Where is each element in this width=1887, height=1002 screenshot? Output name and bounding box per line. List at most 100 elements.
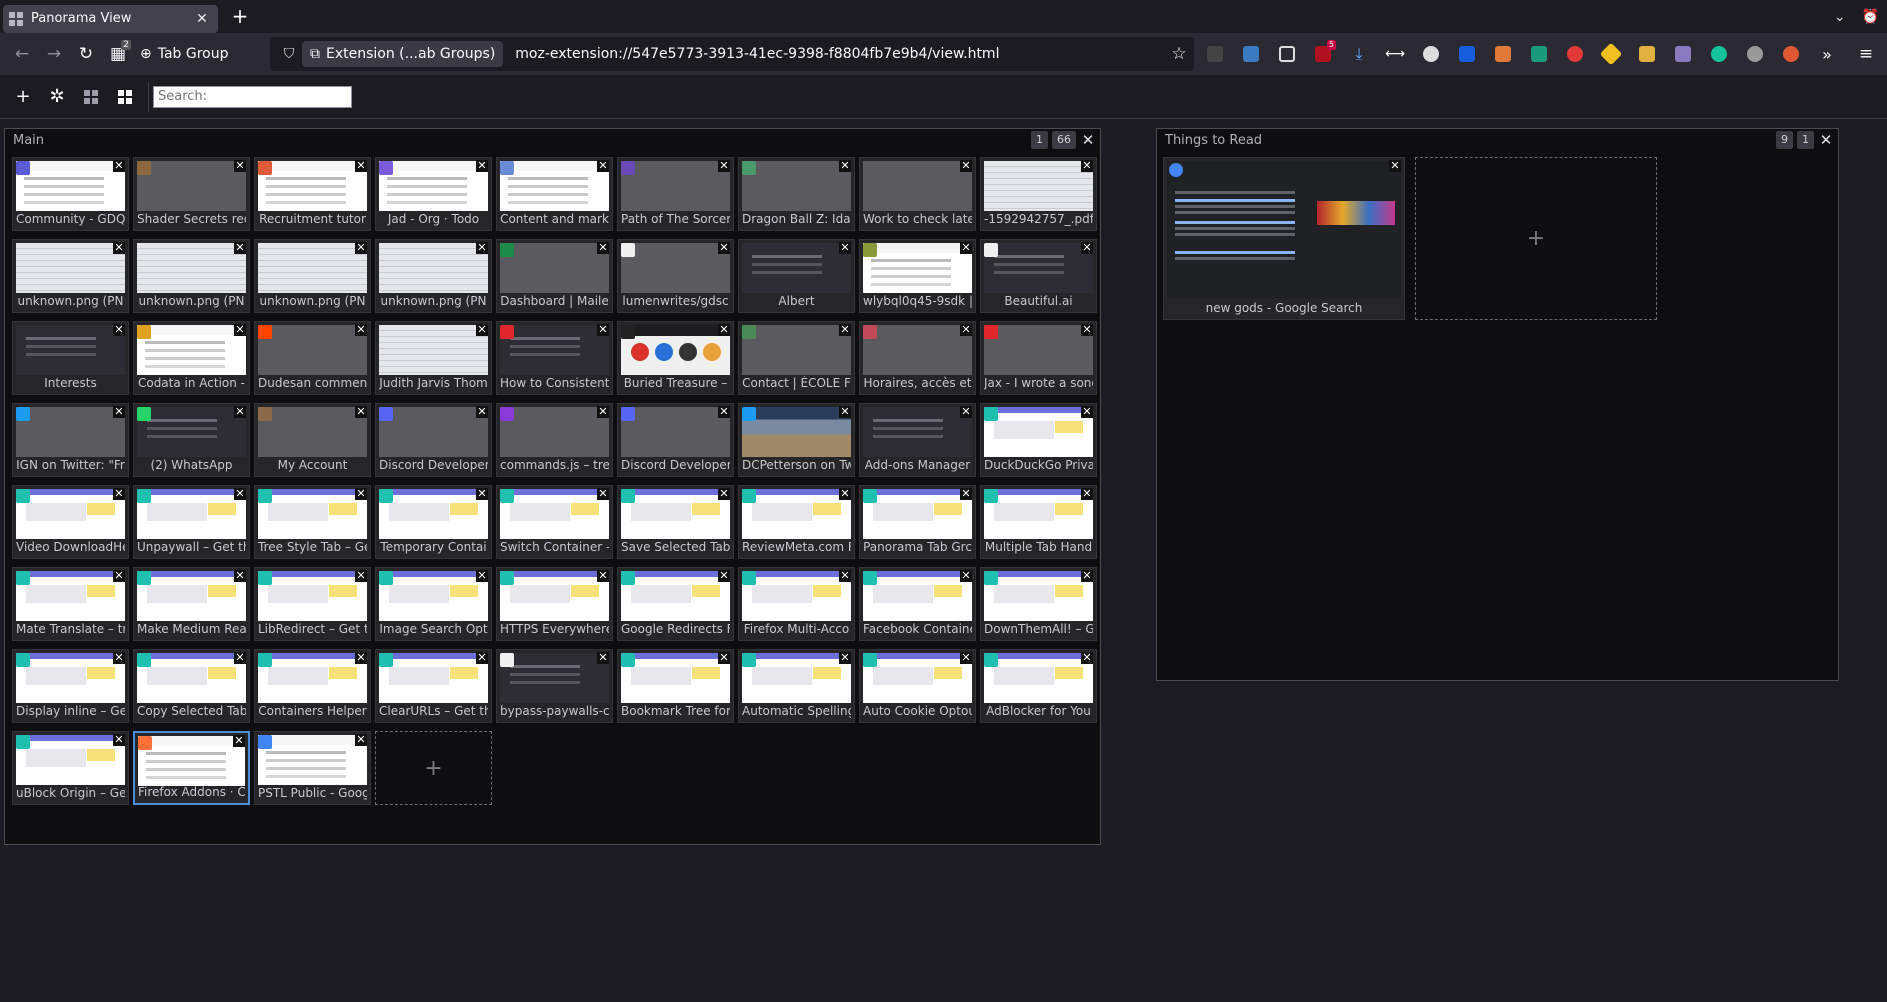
tab-card[interactable]: ✕ lumenwrites/gdsc xyxy=(617,239,734,313)
close-tab-icon[interactable]: ✕ xyxy=(355,242,367,254)
tab-card[interactable]: ✕ Buried Treasure – xyxy=(617,321,734,395)
tab-card[interactable]: ✕ ReviewMeta.com F xyxy=(738,485,855,559)
tab-card[interactable]: ✕ HTTPS Everywhere xyxy=(496,567,613,641)
close-tab-icon[interactable]: ✕ xyxy=(1081,652,1093,664)
tab-card[interactable]: ✕ Save Selected Tabs xyxy=(617,485,734,559)
tab-panorama-view[interactable]: Panorama View ✕ xyxy=(3,4,218,33)
tab-card[interactable]: ✕ Image Search Opt xyxy=(375,567,492,641)
extension-1-button[interactable] xyxy=(1200,39,1230,69)
tab-card[interactable]: ✕ Video DownloadHe xyxy=(12,485,129,559)
extension-14-button[interactable] xyxy=(1668,39,1698,69)
close-tab-icon[interactable]: ✕ xyxy=(113,652,125,664)
alarm-icon[interactable]: ⏰ xyxy=(1862,9,1879,25)
tab-card[interactable]: ✕ How to Consistent xyxy=(496,321,613,395)
tab-card[interactable]: ✕ My Account xyxy=(254,403,371,477)
close-tab-icon[interactable]: ✕ xyxy=(718,242,730,254)
close-tab-icon[interactable]: ✕ xyxy=(1081,406,1093,418)
tab-card[interactable]: ✕ Codata in Action - xyxy=(133,321,250,395)
tab-card[interactable]: ✕ Facebook Containe xyxy=(859,567,976,641)
close-tab-icon[interactable]: ✕ xyxy=(839,652,851,664)
back-button[interactable]: ← xyxy=(6,38,38,70)
tab-card[interactable]: ✕ unknown.png (PN xyxy=(254,239,371,313)
tab-card[interactable]: ✕ Firefox Addons · C xyxy=(133,731,250,805)
extension-10-button[interactable] xyxy=(1524,39,1554,69)
tab-card[interactable]: ✕ Dragon Ball Z: Idai xyxy=(738,157,855,231)
close-tab-icon[interactable]: ✕ xyxy=(597,652,609,664)
close-tab-icon[interactable]: ✕ xyxy=(718,652,730,664)
close-tab-icon[interactable]: ✕ xyxy=(597,488,609,500)
new-tab-in-group-button[interactable]: + xyxy=(375,731,492,805)
app-menu-button[interactable]: ≡ xyxy=(1851,39,1881,69)
tab-card[interactable]: ✕ Multiple Tab Hand xyxy=(980,485,1097,559)
close-tab-icon[interactable]: ✕ xyxy=(476,242,488,254)
close-group-icon[interactable]: ✕ xyxy=(1818,131,1834,149)
close-tab-icon[interactable]: ✕ xyxy=(839,324,851,336)
extension-2-button[interactable] xyxy=(1236,39,1266,69)
tab-card[interactable]: ✕ Mate Translate – tr xyxy=(12,567,129,641)
close-tab-icon[interactable]: ✕ xyxy=(718,488,730,500)
close-tab-icon[interactable]: ✕ xyxy=(355,160,367,172)
tab-card[interactable]: ✕ (2) WhatsApp xyxy=(133,403,250,477)
extension-16-button[interactable] xyxy=(1740,39,1770,69)
tab-card[interactable]: ✕ Auto Cookie Optou xyxy=(859,649,976,723)
tab-group-button[interactable]: ⊕ Tab Group xyxy=(134,39,235,69)
close-tab-icon[interactable]: ✕ xyxy=(1081,488,1093,500)
close-tab-icon[interactable]: ✕ xyxy=(355,734,367,746)
bookmark-star-icon[interactable]: ☆ xyxy=(1164,44,1194,64)
url-bar[interactable]: ⛉ ⧉ Extension (...ab Groups) moz-extensi… xyxy=(270,37,1194,71)
tab-card[interactable]: ✕ Contact | ÉCOLE F xyxy=(738,321,855,395)
close-tab-icon[interactable]: ✕ xyxy=(355,324,367,336)
close-tab-icon[interactable]: ✕ xyxy=(476,652,488,664)
duckduckgo-button[interactable] xyxy=(1776,39,1806,69)
url-text[interactable]: moz-extension://547e5773-3913-41ec-9398-… xyxy=(515,46,1164,62)
close-tab-icon[interactable]: ✕ xyxy=(113,160,125,172)
close-tab-icon[interactable]: ✕ xyxy=(1081,570,1093,582)
close-tab-icon[interactable]: ✕ xyxy=(233,735,245,747)
tab-card[interactable]: ✕ Beautiful.ai xyxy=(980,239,1097,313)
tab-card[interactable]: ✕ Make Medium Rea xyxy=(133,567,250,641)
tab-card[interactable]: ✕ Work to check late xyxy=(859,157,976,231)
extension-9-button[interactable] xyxy=(1488,39,1518,69)
close-tab-icon[interactable]: ✕ xyxy=(113,242,125,254)
tab-card[interactable]: ✕ Unpaywall – Get th xyxy=(133,485,250,559)
tab-card[interactable]: ✕ Interests xyxy=(12,321,129,395)
close-tab-icon[interactable]: ✕ xyxy=(839,570,851,582)
tab-card[interactable]: ✕ AdBlocker for You xyxy=(980,649,1097,723)
tab-card[interactable]: ✕ commands.js – tre xyxy=(496,403,613,477)
close-tab-icon[interactable]: ✕ xyxy=(1081,160,1093,172)
tab-card[interactable]: ✕ Jax - I wrote a song xyxy=(980,321,1097,395)
tab-card[interactable]: ✕ uBlock Origin – Ge xyxy=(12,731,129,805)
close-tab-icon[interactable]: ✕ xyxy=(960,160,972,172)
group-main[interactable]: Main 1 66 ✕ ✕ Community - GDQ ✕ Shader Secr… xyxy=(4,128,1101,845)
group-name[interactable]: Main xyxy=(13,133,44,148)
close-tab-icon[interactable]: ✕ xyxy=(234,652,246,664)
close-tab-icon[interactable]: ✕ xyxy=(1081,242,1093,254)
tab-card[interactable]: ✕ ClearURLs – Get th xyxy=(375,649,492,723)
bitwarden-button[interactable] xyxy=(1452,39,1482,69)
tab-card[interactable]: ✕ Dashboard | Maile xyxy=(496,239,613,313)
close-tab-icon[interactable]: ✕ xyxy=(597,324,609,336)
tab-card[interactable]: ✕ unknown.png (PN xyxy=(133,239,250,313)
tab-card[interactable]: ✕ Firefox Multi-Acco xyxy=(738,567,855,641)
close-tab-icon[interactable]: ✕ xyxy=(960,652,972,664)
close-tab-icon[interactable]: ✕ xyxy=(234,324,246,336)
tab-card[interactable]: ✕ DuckDuckGo Priva xyxy=(980,403,1097,477)
tab-card[interactable]: ✕ DCPetterson on Tw xyxy=(738,403,855,477)
identity-box[interactable]: ⧉ Extension (...ab Groups) xyxy=(302,41,504,67)
tab-card[interactable]: ✕ Panorama Tab Grc xyxy=(859,485,976,559)
tab-card[interactable]: ✕ Bookmark Tree for xyxy=(617,649,734,723)
tab-card[interactable]: ✕ Containers Helper xyxy=(254,649,371,723)
close-tab-icon[interactable]: ✕ xyxy=(234,488,246,500)
tab-groups-button[interactable]: ▦ 2 xyxy=(102,38,134,70)
sidebar-button[interactable] xyxy=(1272,39,1302,69)
tab-card[interactable]: ✕ Automatic Spelling xyxy=(738,649,855,723)
close-tab-icon[interactable]: ✕ xyxy=(718,324,730,336)
tab-card[interactable]: ✕ PSTL Public - Goog xyxy=(254,731,371,805)
grammarly-button[interactable] xyxy=(1704,39,1734,69)
compact-view-button[interactable] xyxy=(108,80,142,114)
close-tab-icon[interactable]: ✕ xyxy=(476,160,488,172)
tab-card[interactable]: ✕ unknown.png (PN xyxy=(375,239,492,313)
close-tab-icon[interactable]: ✕ xyxy=(234,406,246,418)
tab-card[interactable]: ✕ Horaires, accès et xyxy=(859,321,976,395)
close-tab-icon[interactable]: ✕ xyxy=(960,488,972,500)
